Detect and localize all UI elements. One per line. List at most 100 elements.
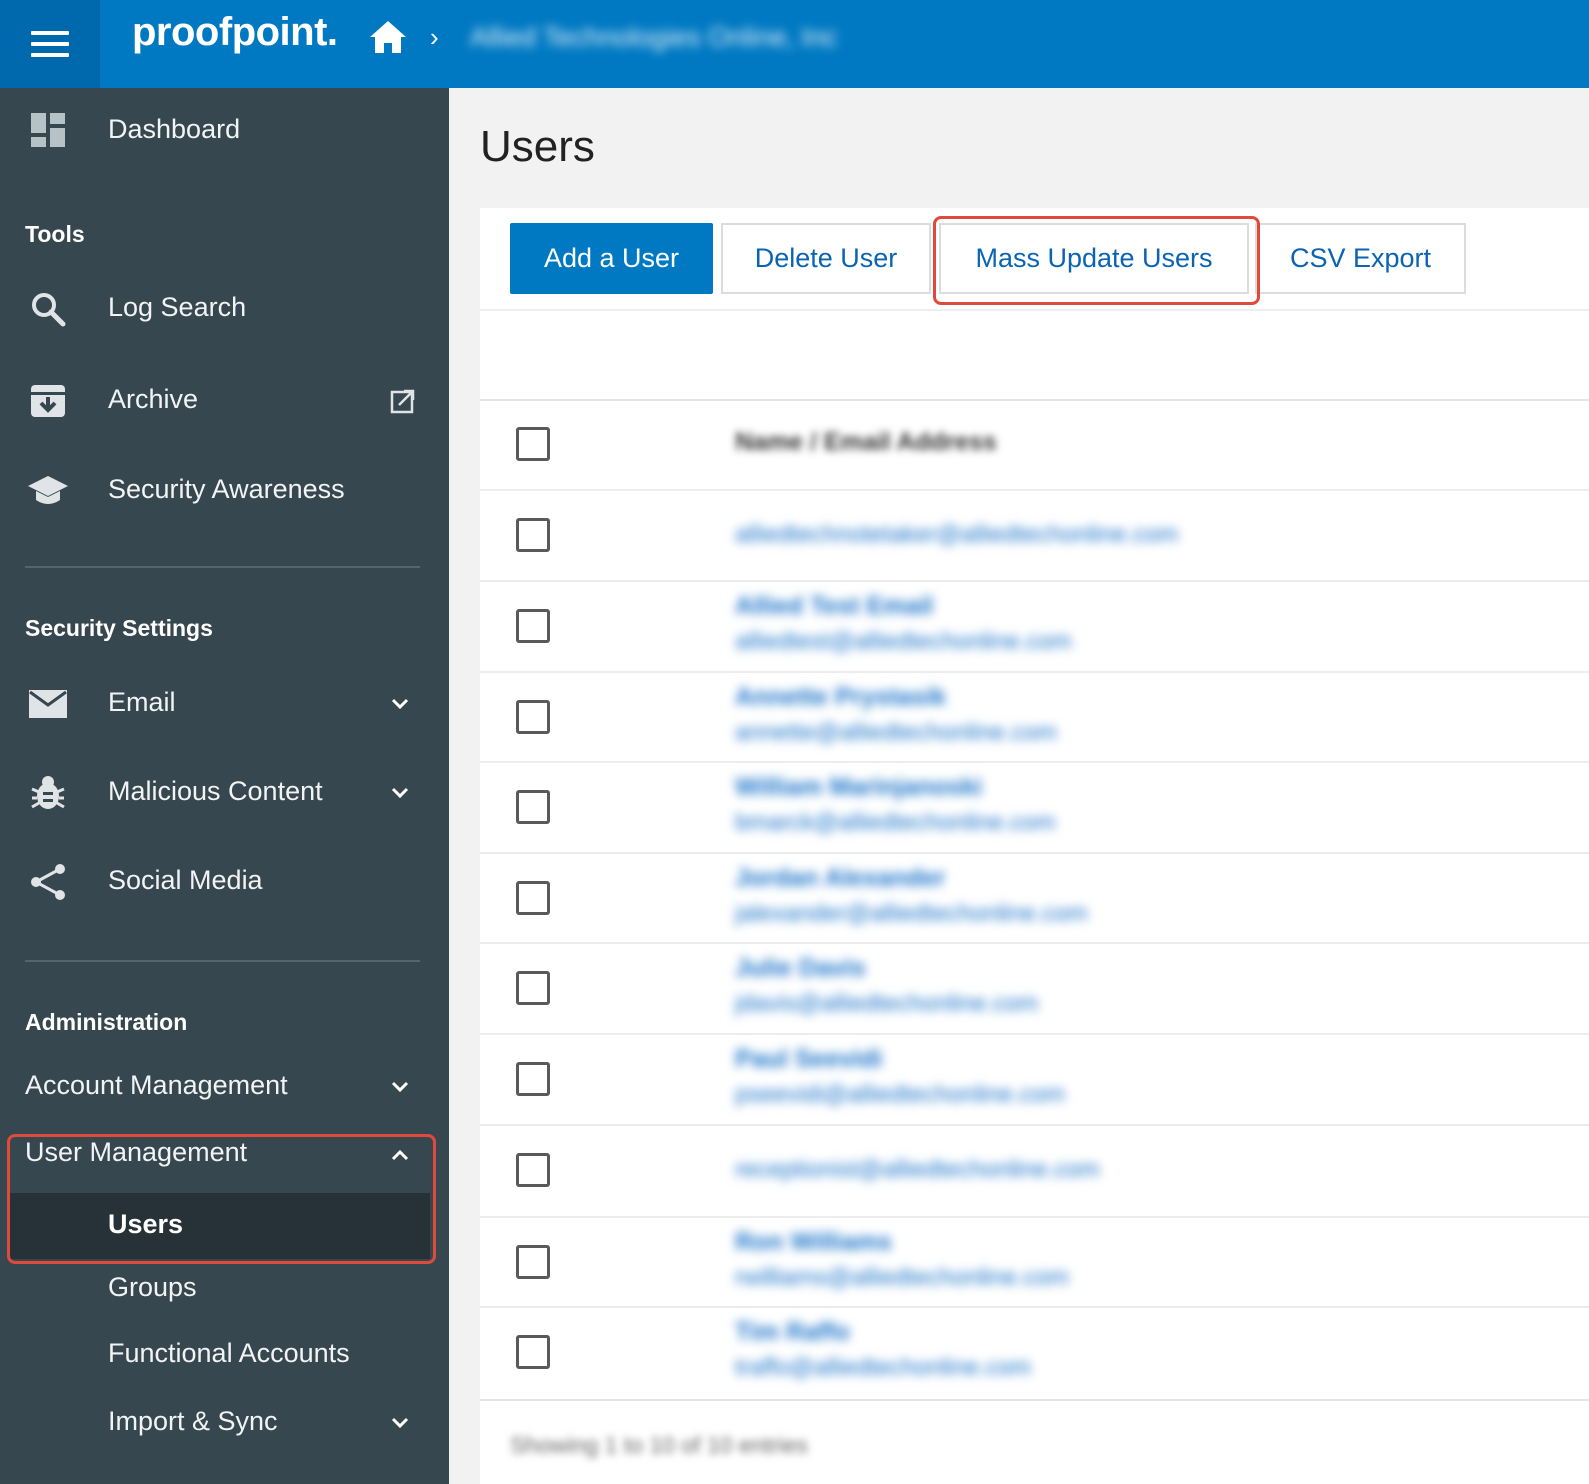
mass-update-users-button[interactable]: Mass Update Users	[939, 223, 1249, 294]
sidebar-item-label: Log Search	[108, 292, 247, 322]
user-name-link[interactable]: Tim Raffo	[735, 1318, 850, 1347]
sidebar-item-social-media[interactable]: Social Media	[0, 851, 449, 911]
user-name-link[interactable]: Jordan Alexander	[735, 864, 945, 893]
graduation-cap-icon	[27, 470, 69, 512]
user-email-link[interactable]: traffo@alliedtechonline.com	[735, 1354, 1031, 1382]
row-divider	[480, 580, 1589, 582]
sidebar-item-malicious-content[interactable]: Malicious Content	[0, 762, 449, 822]
sidebar: Dashboard Tools Log Search Archive Secur…	[0, 88, 449, 1484]
table-header-bottom-border	[480, 489, 1589, 491]
sidebar-item-user-management[interactable]: User Management	[0, 1124, 449, 1186]
hamburger-menu-button[interactable]	[0, 0, 100, 88]
row-divider	[480, 761, 1589, 763]
sidebar-item-security-awareness[interactable]: Security Awareness	[0, 460, 449, 520]
sidebar-item-label: Account Management	[25, 1070, 288, 1100]
chevron-down-icon	[391, 1081, 409, 1093]
section-title-security-settings: Security Settings	[25, 615, 213, 641]
sidebar-item-dashboard[interactable]: Dashboard	[0, 100, 449, 160]
breadcrumb-organization[interactable]: Allied Technologies Online, Inc	[470, 22, 837, 53]
user-name-link[interactable]: Paul Seevidi	[735, 1045, 882, 1074]
user-email-link[interactable]: alliedtest@alliedtechonline.com	[735, 628, 1072, 656]
sidebar-divider	[25, 960, 420, 962]
sidebar-item-label: Social Media	[108, 865, 263, 895]
sidebar-item-users[interactable]: Users	[0, 1193, 449, 1259]
row-divider	[480, 852, 1589, 854]
chevron-down-icon	[391, 1417, 409, 1429]
row-checkbox[interactable]	[516, 1335, 550, 1369]
user-email-link[interactable]: jalexander@alliedtechonline.com	[735, 900, 1088, 928]
sidebar-item-import-sync[interactable]: Import & Sync	[0, 1392, 449, 1452]
row-divider	[480, 671, 1589, 673]
menu-icon	[31, 31, 69, 57]
row-checkbox[interactable]	[516, 790, 550, 824]
row-checkbox[interactable]	[516, 1153, 550, 1187]
breadcrumb-separator: ›	[430, 22, 439, 52]
sidebar-divider	[25, 566, 420, 568]
user-name-link[interactable]: William Marinjanoski	[735, 773, 982, 802]
sidebar-item-label: Archive	[108, 384, 199, 414]
toolbar-divider	[480, 309, 1589, 311]
row-checkbox[interactable]	[516, 881, 550, 915]
row-divider	[480, 1033, 1589, 1035]
user-name-link[interactable]: Allied Test Email	[735, 592, 933, 621]
sidebar-item-label: Dashboard	[108, 114, 241, 144]
sidebar-item-label: User Management	[25, 1137, 248, 1167]
user-name-link[interactable]: Ron Williams	[735, 1228, 892, 1257]
row-checkbox[interactable]	[516, 609, 550, 643]
sidebar-item-label: Email	[108, 687, 176, 717]
user-email-link[interactable]: alliedtechnotetaker@alliedtechonline.com	[735, 521, 1178, 549]
sidebar-item-email[interactable]: Email	[0, 673, 449, 733]
sidebar-item-label: Users	[108, 1209, 184, 1239]
dashboard-icon	[27, 109, 69, 151]
chevron-up-icon	[391, 1149, 409, 1161]
chevron-down-icon	[391, 698, 409, 710]
top-bar: proofpoint. › Allied Technologies Online…	[0, 0, 1589, 88]
row-checkbox[interactable]	[516, 700, 550, 734]
user-email-link[interactable]: annette@alliedtechonline.com	[735, 719, 1057, 747]
user-email-link[interactable]: rwilliams@alliedtechonline.com	[735, 1264, 1069, 1292]
table-footer-info: Showing 1 to 10 of 10 entries	[510, 1432, 808, 1458]
user-email-link[interactable]: bmarck@alliedtechonline.com	[735, 809, 1056, 837]
row-divider	[480, 942, 1589, 944]
chevron-down-icon	[391, 787, 409, 799]
table-header-top-border	[480, 399, 1589, 401]
proofpoint-logo[interactable]: proofpoint.	[132, 10, 338, 55]
table-footer-border	[480, 1399, 1589, 1401]
user-email-link[interactable]: receptionist@alliedtechonline.com	[735, 1156, 1100, 1184]
archive-icon	[27, 380, 69, 422]
section-title-administration: Administration	[25, 1009, 188, 1035]
bug-icon	[27, 772, 69, 814]
add-user-button[interactable]: Add a User	[510, 223, 713, 294]
sidebar-item-groups[interactable]: Groups	[0, 1258, 449, 1318]
envelope-icon	[27, 683, 69, 725]
row-divider	[480, 1216, 1589, 1218]
sidebar-item-functional-accounts[interactable]: Functional Accounts	[0, 1324, 449, 1384]
section-title-tools: Tools	[25, 221, 85, 247]
sidebar-item-label: Import & Sync	[108, 1406, 278, 1436]
page-title: Users	[480, 122, 595, 171]
row-checkbox[interactable]	[516, 518, 550, 552]
sidebar-item-label: Malicious Content	[108, 776, 323, 806]
sidebar-item-log-search[interactable]: Log Search	[0, 278, 449, 338]
sidebar-item-account-management[interactable]: Account Management	[0, 1056, 449, 1116]
sidebar-item-label: Security Awareness	[108, 474, 345, 504]
delete-user-button[interactable]: Delete User	[721, 223, 931, 294]
csv-export-button[interactable]: CSV Export	[1255, 223, 1466, 294]
row-divider	[480, 1306, 1589, 1308]
select-all-checkbox[interactable]	[516, 427, 550, 461]
user-name-link[interactable]: Annette Prystasik	[735, 683, 946, 712]
home-icon[interactable]	[368, 17, 408, 57]
user-name-link[interactable]: Julie Davis	[735, 954, 866, 983]
sidebar-item-archive[interactable]: Archive	[0, 370, 449, 430]
external-link-icon[interactable]	[390, 388, 416, 414]
sidebar-item-label: Functional Accounts	[108, 1338, 350, 1368]
sidebar-item-label: Groups	[108, 1272, 197, 1302]
search-icon	[27, 288, 69, 330]
user-email-link[interactable]: jdavis@alliedtechonline.com	[735, 990, 1038, 1018]
share-icon	[27, 861, 69, 903]
user-email-link[interactable]: pseevidi@alliedtechonline.com	[735, 1081, 1065, 1109]
row-checkbox[interactable]	[516, 1245, 550, 1279]
row-checkbox[interactable]	[516, 971, 550, 1005]
column-header-name-email[interactable]: Name / Email Address	[735, 428, 997, 457]
row-checkbox[interactable]	[516, 1062, 550, 1096]
